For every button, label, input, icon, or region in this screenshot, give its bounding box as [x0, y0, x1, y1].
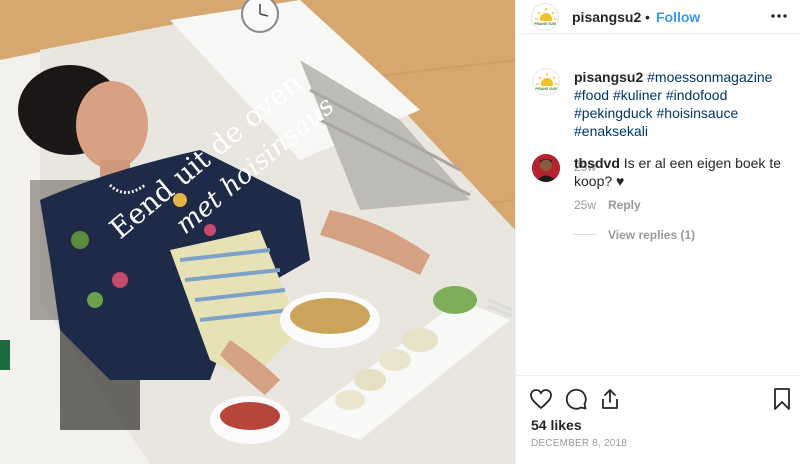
follow-button[interactable]: Follow: [645, 9, 700, 25]
profile-avatar[interactable]: PISANG SUSU: [531, 3, 559, 31]
comment-username[interactable]: tbsdvd: [574, 155, 620, 171]
reply-button[interactable]: Reply: [608, 198, 641, 212]
sun-logo-icon: PISANG SUSU: [535, 73, 559, 91]
comments-section: PISANG SUSU pisangsu2 #moessonmagazine #…: [516, 34, 800, 374]
caption: PISANG SUSU pisangsu2 #moessonmagazine #…: [532, 68, 792, 174]
hashtag-link[interactable]: #kuliner: [613, 87, 662, 103]
replies-divider: [574, 234, 596, 235]
caption-username[interactable]: pisangsu2: [574, 69, 643, 85]
heart-icon[interactable]: [529, 387, 553, 411]
caption-avatar[interactable]: PISANG SUSU: [532, 68, 560, 96]
bookmark-icon[interactable]: [770, 387, 794, 411]
person-avatar-icon: [532, 154, 560, 182]
comment-text: tbsdvd Is er al een eigen boek te koop? …: [574, 154, 796, 190]
view-replies-button[interactable]: View replies (1): [608, 228, 695, 242]
post-header: PISANG SUSU pisangsu2 • Follow: [516, 0, 800, 34]
more-horizontal-icon[interactable]: [769, 8, 789, 24]
sun-logo-icon: PISANG SUSU: [534, 8, 558, 26]
post-photo[interactable]: Eend uit de oven met hoisinsaus: [0, 0, 515, 464]
post-date: DECEMBER 8, 2018: [531, 438, 628, 449]
comment-icon[interactable]: [564, 387, 588, 411]
post-actions: 54 likes DECEMBER 8, 2018: [516, 375, 800, 464]
hashtag-link[interactable]: #hoisinsauce: [657, 105, 739, 121]
caption-text: pisangsu2 #moessonmagazine #food #kuline…: [574, 68, 796, 140]
hashtag-link[interactable]: #pekingduck: [574, 105, 653, 121]
hashtag-link[interactable]: #moessonmagazine: [647, 69, 772, 85]
photo-illustration: Eend uit de oven met hoisinsaus: [0, 0, 515, 464]
comment-time: 25w: [574, 198, 597, 212]
svg-text:PISANG SUSU: PISANG SUSU: [535, 87, 559, 91]
post-sidebar: PISANG SUSU pisangsu2 • Follow PISANG SU…: [515, 0, 800, 464]
header-username[interactable]: pisangsu2: [572, 9, 641, 25]
comment: tbsdvd Is er al een eigen boek te koop? …: [532, 154, 792, 264]
commenter-avatar[interactable]: [532, 154, 560, 182]
share-icon[interactable]: [598, 387, 622, 411]
svg-text:PISANG SUSU: PISANG SUSU: [534, 22, 558, 26]
hashtag-link[interactable]: #food: [574, 87, 609, 103]
likes-count[interactable]: 54 likes: [531, 417, 582, 433]
hashtag-link[interactable]: #enaksekali: [574, 123, 648, 139]
hashtag-link[interactable]: #indofood: [666, 87, 728, 103]
